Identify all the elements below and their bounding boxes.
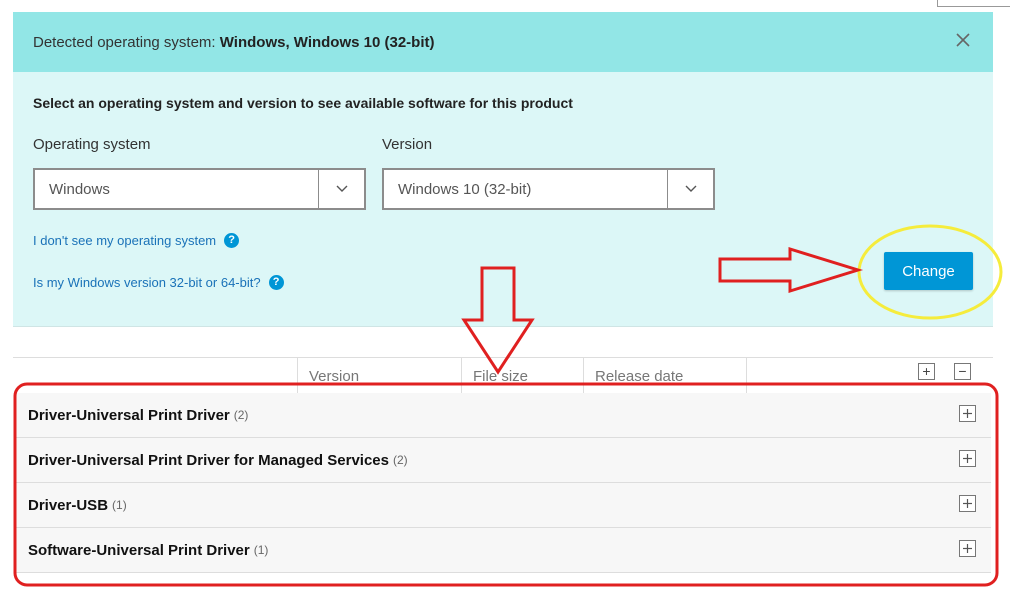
version-select-value: Windows 10 (32-bit) (398, 180, 532, 198)
bitness-help-text[interactable]: Is my Windows version 32-bit or 64-bit? (33, 275, 261, 290)
detected-os-label: Detected operating system: (33, 33, 216, 51)
category-count: (2) (392, 453, 408, 467)
os-select-value: Windows (49, 180, 110, 198)
collapse-all-button[interactable]: − (954, 363, 971, 380)
plus-icon[interactable] (959, 540, 976, 557)
detected-os-banner: Detected operating system: Windows, Wind… (13, 12, 993, 72)
detected-os-value: Windows, Windows 10 (32-bit) (219, 33, 435, 51)
plus-icon[interactable] (959, 405, 976, 422)
column-file-size: File size (461, 358, 583, 394)
detected-os-text: Detected operating system: Windows, Wind… (33, 34, 435, 51)
close-icon[interactable] (953, 30, 973, 50)
chevron-down-icon[interactable] (318, 170, 364, 208)
os-not-listed-link[interactable]: I don't see my operating system ? (33, 233, 240, 248)
plus-icon[interactable] (959, 495, 976, 512)
column-version: Version (297, 358, 461, 394)
change-button[interactable]: Change (884, 252, 973, 290)
table-header: Version File size Release date + − (13, 357, 993, 394)
category-count: (2) (233, 408, 249, 422)
category-row-software-upd[interactable]: Software-Universal Print Driver (1) (16, 528, 991, 573)
category-title: Driver-Universal Print Driver (28, 406, 230, 424)
help-icon[interactable]: ? (268, 275, 284, 290)
category-title: Driver-Universal Print Driver for Manage… (28, 451, 389, 469)
os-select[interactable]: Windows (33, 168, 366, 210)
panel-heading: Select an operating system and version t… (33, 95, 573, 111)
bitness-help-link[interactable]: Is my Windows version 32-bit or 64-bit? … (33, 275, 284, 290)
column-release-date: Release date (583, 358, 746, 394)
category-row-usb[interactable]: Driver-USB (1) (16, 483, 991, 528)
expand-all-button[interactable]: + (918, 363, 935, 380)
plus-icon[interactable] (959, 450, 976, 467)
category-row-universal-print-driver[interactable]: Driver-Universal Print Driver (2) (16, 393, 991, 438)
corner-frame (937, 0, 1010, 7)
help-icon[interactable]: ? (224, 233, 240, 248)
os-label: Operating system (33, 136, 151, 153)
category-row-managed-services[interactable]: Driver-Universal Print Driver for Manage… (16, 438, 991, 483)
version-select[interactable]: Windows 10 (32-bit) (382, 168, 715, 210)
chevron-down-icon[interactable] (667, 170, 713, 208)
category-count: (1) (253, 543, 269, 557)
os-not-listed-text[interactable]: I don't see my operating system (33, 233, 216, 248)
category-title: Driver-USB (28, 496, 109, 514)
os-selector-panel: Select an operating system and version t… (13, 72, 993, 327)
version-label: Version (382, 136, 433, 153)
driver-category-list: Driver-Universal Print Driver (2) Driver… (16, 393, 991, 573)
category-title: Software-Universal Print Driver (28, 541, 250, 559)
category-count: (1) (112, 498, 127, 512)
